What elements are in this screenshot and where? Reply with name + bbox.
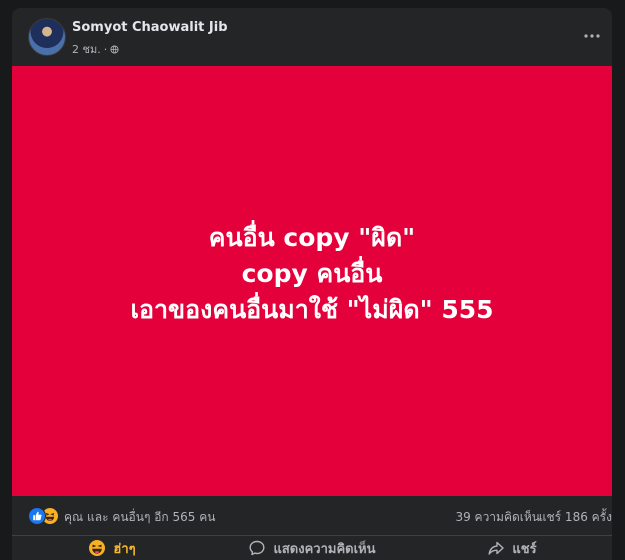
reactions-count[interactable]: คุณ และ คนอื่นๆ อีก 565 คน xyxy=(64,508,215,527)
post-actions: ฮ่าๆ แสดงความคิดเห็น แชร์ xyxy=(12,536,612,560)
meta-separator: · xyxy=(103,42,108,56)
feed-page: Somyot Chaowalit Jib 2 ชม. · คนอื่น copy… xyxy=(0,0,625,560)
author-avatar[interactable] xyxy=(28,18,66,56)
comment-bubble-icon xyxy=(249,540,265,556)
haha-button-label: ฮ่าๆ xyxy=(113,541,136,557)
share-arrow-icon xyxy=(488,541,505,555)
like-reaction-icon xyxy=(28,507,46,525)
author-name[interactable]: Somyot Chaowalit Jib xyxy=(72,20,228,35)
comment-button-label: แสดงความคิดเห็น xyxy=(273,541,376,557)
share-button-label: แชร์ xyxy=(512,541,537,557)
post-text-line-1: คนอื่น copy "ผิด" xyxy=(208,223,416,252)
globe-icon[interactable] xyxy=(110,44,119,54)
shares-count[interactable]: แชร์ 186 ครั้ง xyxy=(539,508,612,527)
reaction-icons[interactable] xyxy=(28,507,60,525)
haha-reaction-icon xyxy=(89,540,106,556)
comment-button[interactable]: แสดงความคิดเห็น xyxy=(212,536,412,560)
more-options-button[interactable] xyxy=(580,26,604,46)
post-header: Somyot Chaowalit Jib 2 ชม. · xyxy=(12,8,612,66)
post-text: คนอื่น copy "ผิด" copy คนอื่น เอาของคนอื… xyxy=(130,220,493,328)
post-text-line-2: copy คนอื่น xyxy=(241,259,383,288)
post-media[interactable]: คนอื่น copy "ผิด" copy คนอื่น เอาของคนอื… xyxy=(12,66,612,496)
haha-button[interactable]: ฮ่าๆ xyxy=(12,536,212,560)
engagement-summary: คุณ และ คนอื่นๆ อีก 565 คน 39 ความคิดเห็… xyxy=(12,496,612,536)
post-card: Somyot Chaowalit Jib 2 ชม. · คนอื่น copy… xyxy=(12,8,612,560)
share-button[interactable]: แชร์ xyxy=(412,536,612,560)
post-meta: 2 ชม. · xyxy=(72,40,119,58)
more-horizontal-icon xyxy=(584,34,600,38)
post-text-line-3: เอาของคนอื่นมาใช้ "ไม่ผิด" 555 xyxy=(130,295,494,324)
comments-count[interactable]: 39 ความคิดเห็น xyxy=(455,508,540,527)
post-time[interactable]: 2 ชม. xyxy=(72,40,101,58)
